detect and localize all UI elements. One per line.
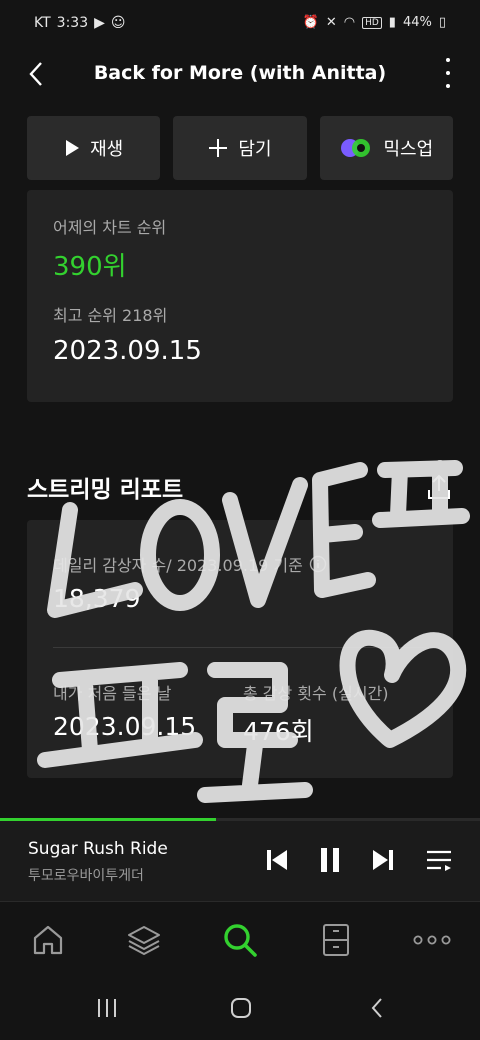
previous-icon [267,850,287,870]
playlist-icon [427,850,451,871]
page-title: Back for More (with Anitta) [93,62,387,84]
peak-rank-date: 2023.09.15 [53,336,202,366]
status-bar: KT 3:33 ▶ ☺ ⏰ ✕ ◠ HD ▮ 44% ▯ [0,0,480,48]
home-circle-icon [231,998,251,1018]
chart-rank-card: 어제의 차트 순위 390위 최고 순위 218위 2023.09.15 [27,190,453,402]
add-label: 담기 [238,139,272,160]
play-icon [66,140,80,156]
daily-listeners-label: 데일리 감상자 수/ 2023.09.19 기준 [53,556,303,575]
mixup-button[interactable]: 믹스업 [319,116,453,180]
nav-home[interactable] [28,920,68,960]
recents-icon [98,999,116,1017]
streaming-report-card: 데일리 감상자 수/ 2023.09.19 기준 18,379 내가 처음 들은… [27,520,453,778]
mini-player[interactable]: Sugar Rush Ride 투모로우바이투게더 [0,821,480,901]
yesterday-rank-label: 어제의 차트 순위 [53,218,167,237]
mixup-label: 믹스업 [383,139,434,160]
emoji-status-icon: ☺ [110,15,126,31]
more-icon [446,58,450,62]
streaming-report-title: 스트리밍 리포트 [27,477,184,503]
clock: 3:33 [56,15,89,31]
layers-icon [128,926,160,955]
pause-button[interactable] [315,845,345,875]
peak-rank-label: 최고 순위 218위 [53,306,168,325]
next-button[interactable] [368,845,398,875]
nav-more[interactable] [412,920,452,960]
back-arrow-icon [371,998,382,1018]
divider [53,647,427,648]
total-plays-label: 총 감상 횟수 (실시간) [243,684,389,703]
add-button[interactable]: 담기 [173,116,307,180]
yesterday-rank-value: 390위 [53,252,127,282]
next-icon [373,850,393,870]
plus-icon [209,139,228,157]
playlist-button[interactable] [424,845,454,875]
home-system-button[interactable] [226,993,256,1023]
nav-library[interactable] [124,920,164,960]
battery-icon: ▯ [438,15,446,30]
share-button[interactable] [424,472,454,502]
first-listen-value: 2023.09.15 [53,712,197,741]
daily-listeners-value: 18,379 [53,584,141,613]
home-icon [33,925,63,955]
share-icon [428,474,450,499]
nav-storage[interactable] [316,920,356,960]
play-label: 재생 [90,139,124,160]
nav-search[interactable] [220,920,260,960]
play-status-icon: ▶ [94,15,105,31]
action-bar: 재생 담기 믹스업 [27,116,453,180]
back-system-button[interactable] [362,993,392,1023]
total-plays-value: 476회 [243,717,314,746]
recents-button[interactable] [92,993,122,1023]
daily-listeners-row: 데일리 감상자 수/ 2023.09.19 기준 [53,552,327,576]
more-button[interactable] [440,58,456,88]
bottom-nav [0,901,480,976]
hd-badge: HD [362,16,382,29]
info-icon[interactable] [309,555,327,573]
song-title: Sugar Rush Ride [28,839,168,859]
pause-icon [321,848,339,872]
wifi-icon: ◠ [343,15,356,30]
song-artist: 투모로우바이투게더 [28,868,144,884]
app-header: Back for More (with Anitta) [0,48,480,104]
first-listen-label: 내가 처음 들은 날 [53,684,172,703]
more-dots-icon [413,935,451,945]
alarm-icon: ⏰ [302,15,319,30]
battery-text: 44% [402,15,432,30]
mute-icon: ✕ [325,15,337,30]
carrier: KT [34,15,51,31]
system-nav-bar [0,975,480,1040]
mixup-icon [341,139,371,157]
play-button[interactable]: 재생 [27,116,161,180]
storage-icon [323,924,349,956]
signal-icon: ▮ [388,15,396,30]
previous-button[interactable] [262,845,292,875]
search-icon [224,924,257,957]
